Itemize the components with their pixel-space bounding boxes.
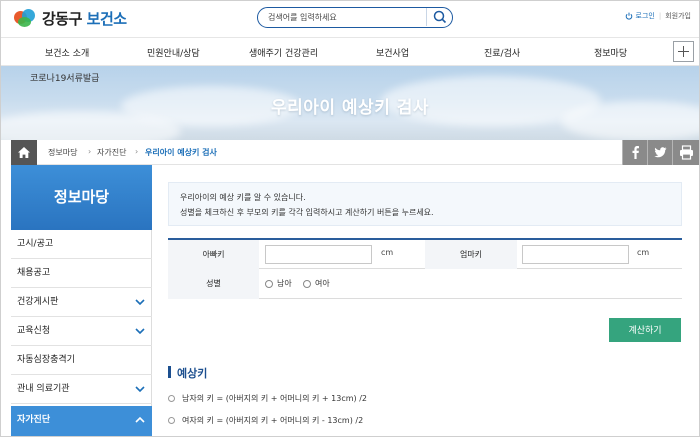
info-line: 성별을 체크하신 후 부모의 키를 각각 입력하시고 계산하기 버튼을 누르세요… — [180, 208, 434, 217]
breadcrumb-arrow-icon: › — [88, 147, 92, 156]
nav-item-clinic[interactable]: 진료/검사 — [484, 46, 520, 59]
page-title: 우리아이 예상키 검사 — [270, 98, 430, 118]
sidebar-item-label: 자동심장충격기 — [17, 355, 75, 365]
formula-text: 남자의 키 = (아버지의 키 + 어머니의 키 + 13cm) /2 — [182, 394, 367, 403]
sidebar-item-recruit[interactable]: 채용공고 — [11, 259, 152, 288]
sidebar-item-label: 자가진단 — [17, 415, 51, 425]
radio-label: 여아 — [315, 279, 330, 288]
site-logo[interactable]: 강동구 보건소 — [14, 7, 127, 29]
main-content: 우리아이의 예상 키를 알 수 있습니다. 성별을 체크하신 후 부모의 키를 … — [152, 165, 699, 436]
print-icon — [680, 145, 693, 160]
gender-radio-boy[interactable]: 남아 — [265, 278, 292, 289]
covid-document-link[interactable]: 코로나19서류발급 — [30, 71, 99, 84]
main-navigation: 보건소 소개 민원안내/상담 생애주기 건강관리 보건사업 진료/검사 정보마당 — [1, 37, 699, 66]
top-utility: 로그인 | 회원가입 — [625, 11, 691, 21]
divider: | — [658, 12, 662, 20]
info-box: 우리아이의 예상 키를 알 수 있습니다. 성별을 체크하신 후 부모의 키를 … — [168, 182, 682, 226]
mother-height-input[interactable] — [522, 245, 629, 264]
nav-item-civil[interactable]: 민원안내/상담 — [147, 46, 200, 59]
sidebar-item-label: 관내 의료기관 — [17, 384, 70, 394]
bullet-circle-icon — [168, 395, 175, 402]
breadcrumb-item-info[interactable]: 정보마당 — [48, 147, 77, 158]
login-link[interactable]: 로그인 — [625, 11, 655, 21]
chevron-down-icon — [135, 328, 145, 335]
sidebar-item-medical[interactable]: 관내 의료기관 — [11, 375, 152, 404]
sidebar-title: 정보마당 — [11, 165, 152, 230]
bullet-circle-icon — [168, 417, 175, 424]
parent-height-row: 아빠키 cm 엄마키 cm — [168, 240, 682, 269]
logo-mark-icon — [14, 7, 36, 29]
mother-height-label: 엄마키 — [425, 240, 517, 269]
facebook-icon — [632, 146, 639, 159]
gender-radio-girl[interactable]: 여아 — [303, 278, 330, 289]
join-link[interactable]: 회원가입 — [665, 11, 691, 21]
login-label: 로그인 — [635, 12, 655, 20]
result-title: 예상키 — [168, 365, 207, 381]
radio-label: 남아 — [277, 279, 292, 288]
formula-text: 여자의 키 = (아버지의 키 + 어머니의 키 - 13cm) /2 — [182, 416, 364, 425]
logo-org: 보건소 — [86, 9, 127, 28]
all-menu-button[interactable] — [673, 41, 694, 62]
formula-boy: 남자의 키 = (아버지의 키 + 어머니의 키 + 13cm) /2 — [168, 393, 367, 404]
sidebar-item-label: 건강게시판 — [17, 297, 59, 307]
sidebar-item-label: 교육신청 — [17, 326, 51, 336]
breadcrumb: 정보마당 › 자가진단 › 우리아이 예상키 검사 — [11, 140, 699, 165]
print-button[interactable] — [672, 140, 699, 165]
gender-label: 성별 — [168, 269, 259, 299]
sidebar-item-label: 고시/공고 — [17, 239, 54, 249]
unit-label: cm — [637, 248, 650, 257]
formula-girl: 여자의 키 = (아버지의 키 + 어머니의 키 - 13cm) /2 — [168, 415, 363, 426]
nav-item-info[interactable]: 정보마당 — [594, 46, 627, 59]
home-button[interactable] — [11, 140, 37, 165]
father-height-input[interactable] — [265, 245, 372, 264]
logo-text: 강동구 보건소 — [42, 8, 127, 29]
power-icon — [625, 12, 632, 20]
unit-label: cm — [381, 248, 394, 257]
chevron-down-icon — [135, 386, 145, 393]
radio-circle-icon — [265, 279, 273, 288]
sidebar: 정보마당 고시/공고 채용공고 건강게시판 교육신청 자동심장충격기 관내 의료… — [11, 165, 152, 436]
site-header: 강동구 보건소 로그인 | 회원가입 — [1, 1, 699, 37]
sidebar-item-education[interactable]: 교육신청 — [11, 317, 152, 346]
sidebar-item-notice[interactable]: 고시/공고 — [11, 230, 152, 259]
sidebar-item-aed[interactable]: 자동심장충격기 — [11, 346, 152, 375]
search-input[interactable] — [268, 10, 418, 25]
breadcrumb-item-selfcheck[interactable]: 자가진단 — [97, 147, 126, 158]
nav-item-about[interactable]: 보건소 소개 — [45, 46, 89, 59]
breadcrumb-arrow-icon: › — [135, 147, 139, 156]
chevron-down-icon — [135, 299, 145, 306]
height-form: 아빠키 cm 엄마키 cm 성별 남아 여아 — [168, 238, 682, 301]
info-line: 우리아이의 예상 키를 알 수 있습니다. — [180, 193, 306, 202]
home-icon — [18, 147, 30, 158]
radio-circle-icon — [303, 279, 311, 288]
sidebar-item-label: 채용공고 — [17, 268, 51, 278]
gender-row: 성별 남아 여아 — [168, 269, 682, 299]
calculate-button[interactable]: 계산하기 — [609, 318, 681, 342]
twitter-icon — [654, 147, 667, 158]
breadcrumb-item-current: 우리아이 예상키 검사 — [145, 148, 217, 157]
search-button[interactable] — [426, 8, 452, 26]
sidebar-item-board[interactable]: 건강게시판 — [11, 288, 152, 317]
logo-city: 강동구 — [42, 9, 82, 28]
page-banner: 코로나19서류발급 우리아이 예상키 검사 — [1, 66, 699, 140]
father-height-label: 아빠키 — [168, 240, 259, 269]
sidebar-item-selfcheck[interactable]: 자가진단 — [11, 406, 152, 436]
nav-item-lifecycle[interactable]: 생애주기 건강관리 — [249, 46, 318, 59]
search-icon — [433, 10, 447, 24]
facebook-share-button[interactable] — [622, 140, 647, 165]
search-box — [257, 7, 453, 28]
twitter-share-button[interactable] — [647, 140, 672, 165]
chevron-up-icon — [135, 416, 145, 423]
nav-item-projects[interactable]: 보건사업 — [376, 46, 409, 59]
